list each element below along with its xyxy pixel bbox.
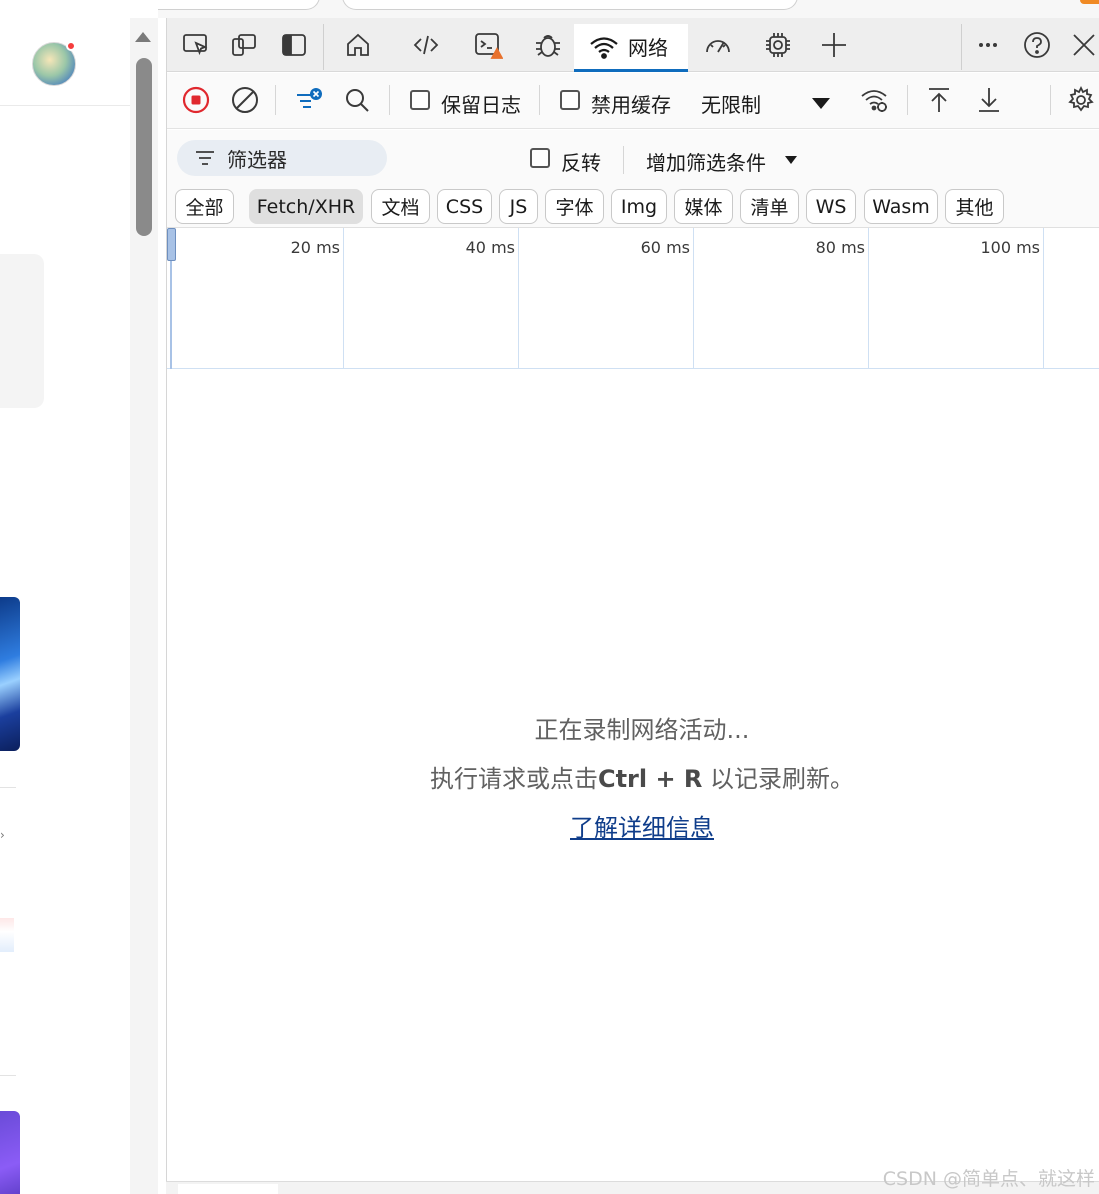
article-thumbnail[interactable]	[0, 597, 20, 751]
page-scrollbar-thumb[interactable]	[136, 58, 152, 236]
learn-more-link-text[interactable]: 了解详细信息	[570, 814, 714, 842]
article-thumbnail[interactable]	[0, 1111, 20, 1194]
watermark: CSDN @简单点、就这样	[882, 1168, 1095, 1190]
empty-state-line1-wrap: 正在录制网络活动...	[166, 710, 1099, 745]
empty-state: 正在录制网络活动... 执行请求或点击Ctrl + R 以记录刷新。 了解详细信…	[166, 0, 1099, 1194]
page-card	[0, 254, 44, 408]
recording-hint: 执行请求或点击Ctrl + R 以记录刷新。	[166, 759, 1099, 794]
learn-more-link: 了解详细信息	[166, 808, 1099, 843]
divider	[0, 787, 16, 788]
web-page-area: ›	[0, 0, 158, 1194]
chevron-right-icon[interactable]: ›	[0, 828, 5, 842]
notification-dot	[66, 41, 76, 51]
faded-thumbnail	[0, 918, 14, 952]
divider	[0, 1075, 16, 1076]
recording-hint-prefix: 执行请求或点击	[429, 765, 598, 793]
drawer-tab[interactable]	[178, 1184, 278, 1194]
recording-hint-suffix: 以记录刷新。	[702, 765, 855, 793]
scroll-up-arrow-icon[interactable]	[135, 32, 151, 42]
reload-shortcut: Ctrl + R	[597, 765, 703, 793]
recording-message: 正在录制网络活动...	[534, 716, 750, 744]
